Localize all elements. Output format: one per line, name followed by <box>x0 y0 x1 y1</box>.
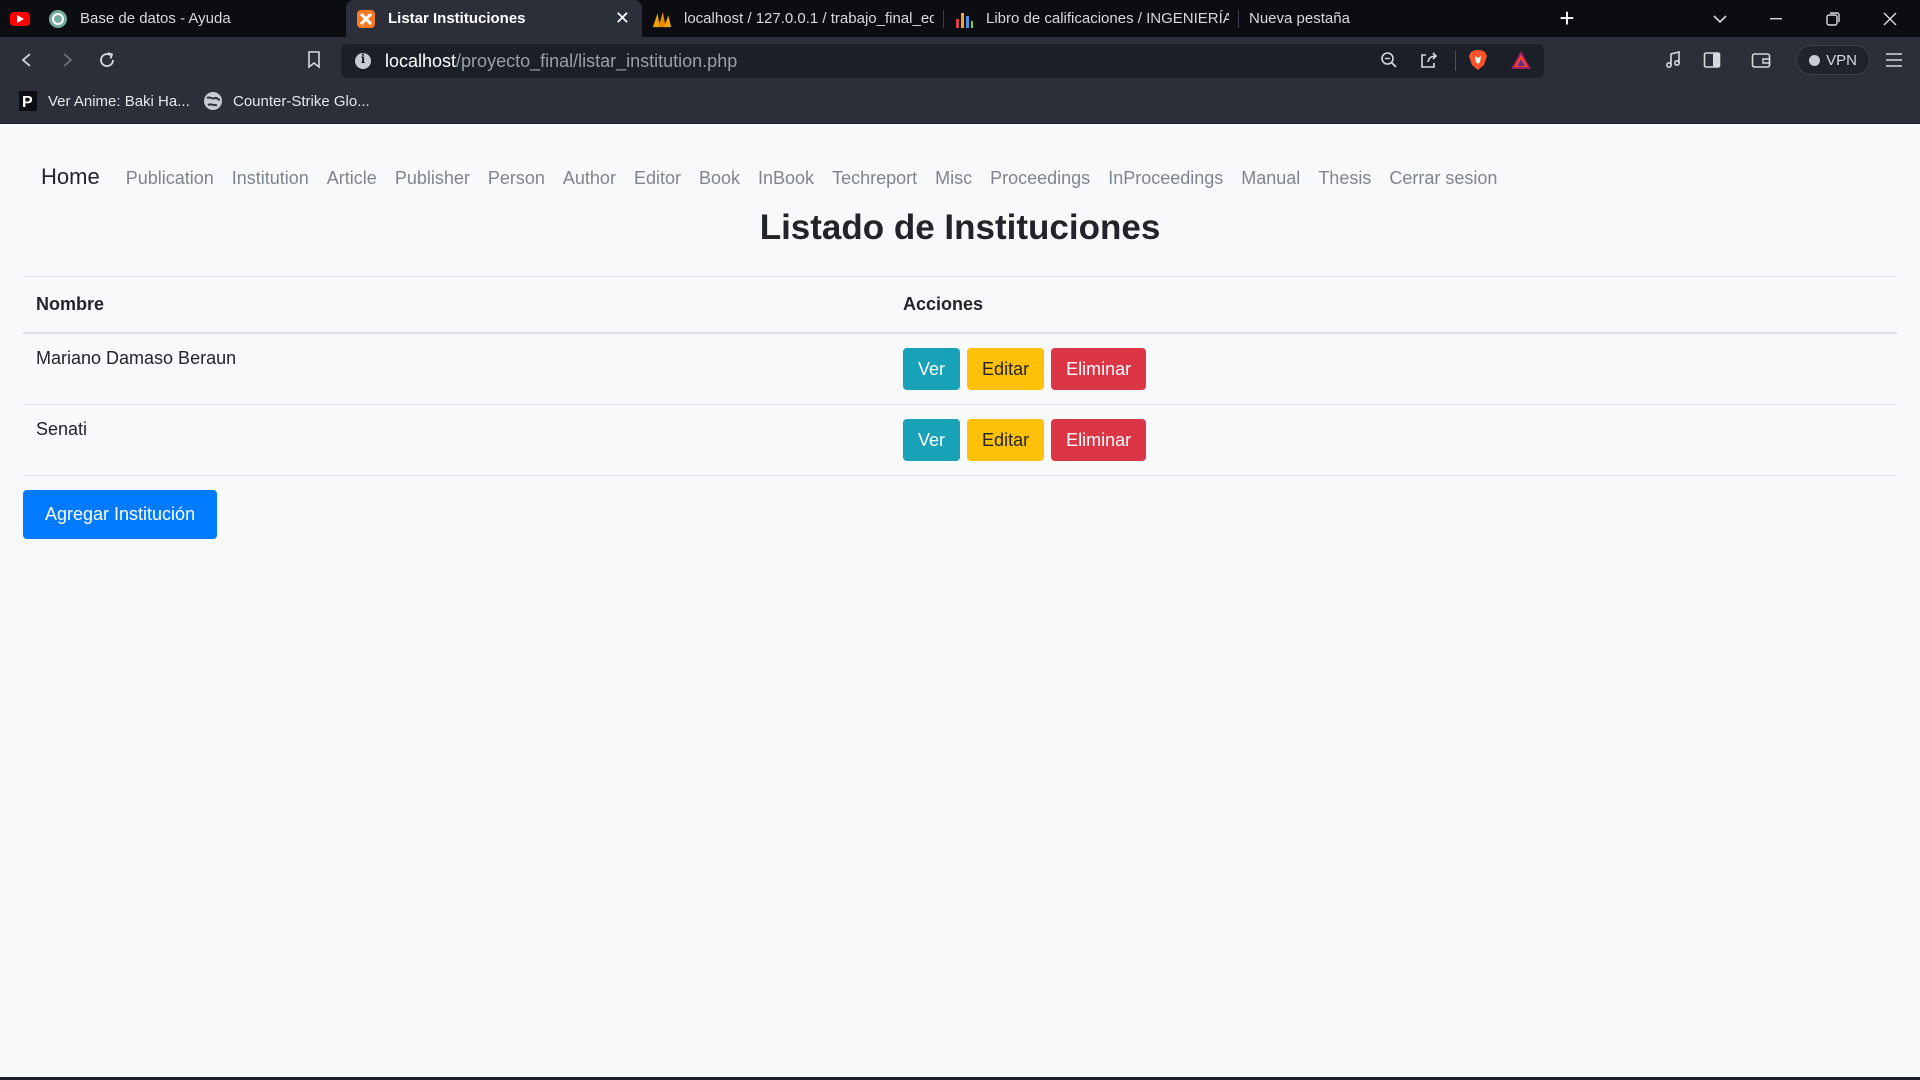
music-icon[interactable] <box>1661 48 1685 72</box>
nav-link-book[interactable]: Book <box>699 168 740 189</box>
bookmark-counter-strike[interactable]: Counter-Strike Glo... <box>203 89 370 113</box>
nav-link-person[interactable]: Person <box>488 168 545 189</box>
view-button[interactable]: Ver <box>903 347 961 390</box>
globe-icon <box>203 91 223 111</box>
browser-tab-bar: Base de datos - Ayuda Listar Institucion… <box>0 0 1920 37</box>
p-letter-icon: P <box>18 91 38 111</box>
nav-link-proceedings[interactable]: Proceedings <box>990 168 1090 189</box>
tab-title: Listar Instituciones <box>388 10 526 27</box>
nav-home-link[interactable]: Home <box>41 164 100 190</box>
add-institution-button[interactable]: Agregar Institución <box>23 490 218 539</box>
site-info-icon[interactable] <box>355 52 371 69</box>
edit-button[interactable]: Editar <box>967 418 1045 461</box>
table-row: Mariano Damaso Beraun Ver Editar Elimina… <box>23 332 1897 405</box>
share-icon[interactable] <box>1417 48 1441 72</box>
tab-phpmyadmin[interactable]: localhost / 127.0.0.1 / trabajo_final_ed <box>642 0 944 37</box>
nav-link-publication[interactable]: Publication <box>126 168 214 189</box>
header-acciones: Acciones <box>890 276 1897 334</box>
zoom-icon[interactable] <box>1377 48 1401 72</box>
row-actions: Ver Editar Eliminar <box>890 404 1897 476</box>
sidebar-icon[interactable] <box>1700 48 1724 72</box>
table-row: Senati Ver Editar Eliminar <box>23 404 1897 476</box>
back-icon[interactable] <box>15 48 39 72</box>
close-icon[interactable]: ✕ <box>615 8 630 29</box>
tab-title: Libro de calificaciones / INGENIERÍA D <box>986 10 1229 27</box>
nav-link-institution[interactable]: Institution <box>232 168 309 189</box>
openai-icon <box>48 9 68 29</box>
address-bar[interactable]: localhost/proyecto_final/listar_institut… <box>341 44 1544 78</box>
tab-libro-calificaciones[interactable]: Libro de calificaciones / INGENIERÍA D <box>944 0 1239 37</box>
bookmark-icon[interactable] <box>302 48 326 72</box>
restore-icon[interactable] <box>1805 0 1861 37</box>
forward-icon[interactable] <box>55 48 79 72</box>
table-header-row: Nombre Acciones <box>23 276 1897 334</box>
xampp-icon <box>356 9 376 29</box>
nav-link-inproceedings[interactable]: InProceedings <box>1108 168 1223 189</box>
brave-shields-icon[interactable] <box>1466 48 1490 72</box>
main-navbar: Home Publication Institution Article Pub… <box>41 164 1515 190</box>
url-text[interactable]: localhost/proyecto_final/listar_institut… <box>385 51 737 72</box>
svg-text:P: P <box>22 94 33 111</box>
bar-chart-icon <box>954 9 974 29</box>
phpmyadmin-icon <box>652 9 672 29</box>
delete-button[interactable]: Eliminar <box>1051 418 1147 461</box>
institution-name: Mariano Damaso Beraun <box>23 332 890 405</box>
wallet-icon[interactable] <box>1749 48 1773 72</box>
tab-title: Base de datos - Ayuda <box>80 10 231 27</box>
url-host: localhost <box>385 50 457 71</box>
menu-icon[interactable] <box>1882 48 1906 72</box>
tab-search-chevron-icon[interactable] <box>1692 0 1748 37</box>
youtube-icon[interactable] <box>10 11 30 26</box>
minimize-icon[interactable] <box>1748 0 1804 37</box>
row-actions: Ver Editar Eliminar <box>890 332 1897 405</box>
page-content: Home Publication Institution Article Pub… <box>0 124 1920 1080</box>
delete-button[interactable]: Eliminar <box>1051 347 1147 390</box>
tab-base-de-datos[interactable]: Base de datos - Ayuda <box>0 0 346 37</box>
nav-link-cerrar-sesion[interactable]: Cerrar sesion <box>1389 168 1497 189</box>
vpn-label: VPN <box>1826 51 1857 69</box>
bookmark-label: Ver Anime: Baki Ha... <box>48 92 190 110</box>
bookmark-label: Counter-Strike Glo... <box>233 92 370 110</box>
nav-link-publisher[interactable]: Publisher <box>395 168 470 189</box>
nav-link-techreport[interactable]: Techreport <box>832 168 917 189</box>
nav-link-editor[interactable]: Editor <box>634 168 681 189</box>
url-path: /proyecto_final/listar_institution.php <box>456 50 738 71</box>
vpn-button[interactable]: VPN <box>1796 45 1870 75</box>
tab-title: localhost / 127.0.0.1 / trabajo_final_ed <box>684 10 934 27</box>
edit-button[interactable]: Editar <box>967 347 1045 390</box>
brave-rewards-icon[interactable] <box>1509 48 1533 72</box>
nav-link-manual[interactable]: Manual <box>1241 168 1300 189</box>
new-tab-plus-icon[interactable]: + <box>1552 0 1582 37</box>
nav-link-author[interactable]: Author <box>563 168 616 189</box>
reload-icon[interactable] <box>95 48 119 72</box>
tab-listar-instituciones[interactable]: Listar Instituciones ✕ <box>346 0 642 37</box>
institutions-table: Nombre Acciones Mariano Damaso Beraun Ve… <box>23 276 1897 476</box>
tab-title: Nueva pestaña <box>1249 10 1350 27</box>
url-divider <box>1455 51 1456 71</box>
nav-link-article[interactable]: Article <box>327 168 377 189</box>
tab-nueva-pestana[interactable]: Nueva pestaña <box>1239 0 1539 37</box>
page-title: Listado de Instituciones <box>759 208 1161 247</box>
nav-link-inbook[interactable]: InBook <box>758 168 814 189</box>
nav-link-misc[interactable]: Misc <box>935 168 972 189</box>
vpn-status-icon <box>1809 54 1821 66</box>
institution-name: Senati <box>23 404 890 476</box>
nav-link-thesis[interactable]: Thesis <box>1318 168 1371 189</box>
view-button[interactable]: Ver <box>903 418 961 461</box>
bookmark-ver-anime[interactable]: P Ver Anime: Baki Ha... <box>18 89 190 113</box>
header-nombre: Nombre <box>23 276 890 334</box>
close-window-icon[interactable] <box>1862 0 1918 37</box>
